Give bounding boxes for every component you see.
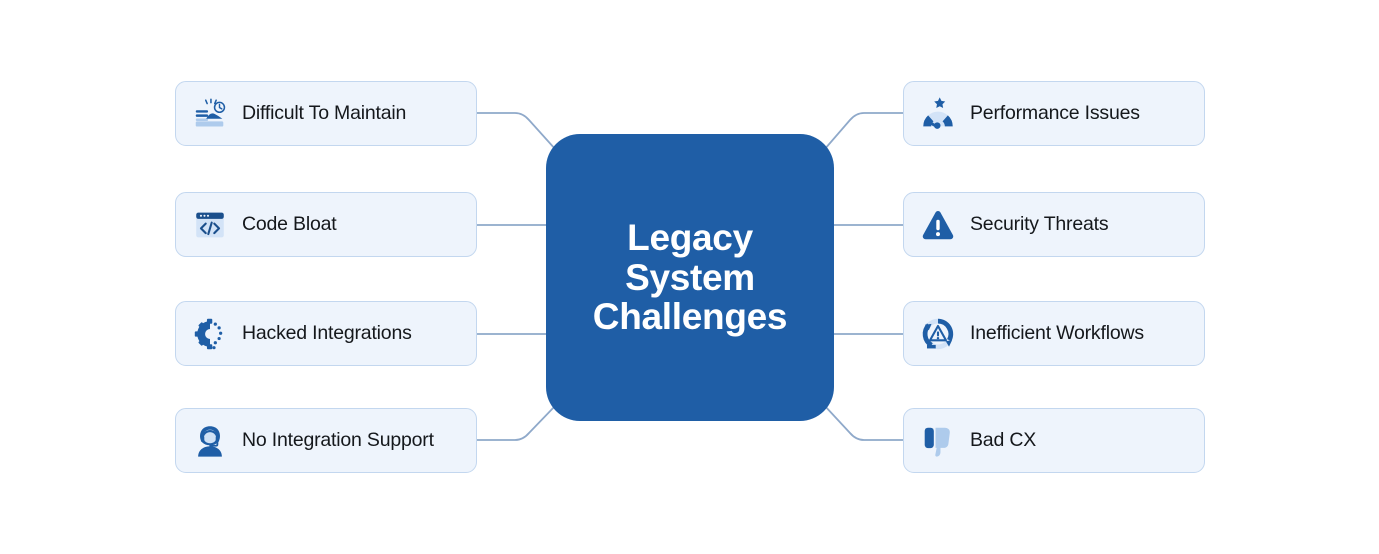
connector-left-4 bbox=[475, 404, 557, 441]
support-agent-icon bbox=[190, 421, 230, 461]
branch-card-performance-issues[interactable]: Performance Issues bbox=[903, 81, 1205, 146]
branch-label: No Integration Support bbox=[242, 429, 434, 451]
warning-triangle-icon bbox=[918, 205, 958, 245]
code-window-icon bbox=[190, 205, 230, 245]
speedometer-star-icon bbox=[918, 94, 958, 134]
branch-card-hacked-integrations[interactable]: Hacked Integrations bbox=[175, 301, 477, 366]
branch-label: Code Bloat bbox=[242, 213, 337, 235]
connector-right-1 bbox=[823, 112, 904, 151]
branch-card-security-threats[interactable]: Security Threats bbox=[903, 192, 1205, 257]
maintenance-clock-icon bbox=[190, 94, 230, 134]
mind-map-canvas: Legacy System Challenges Difficult To Ma… bbox=[0, 0, 1379, 554]
connector-right-4 bbox=[823, 404, 904, 441]
recycle-warning-icon bbox=[918, 314, 958, 354]
branch-label: Inefficient Workflows bbox=[970, 322, 1144, 344]
branch-card-no-integration-support[interactable]: No Integration Support bbox=[175, 408, 477, 473]
branch-label: Bad CX bbox=[970, 429, 1037, 451]
hub-title: Legacy System Challenges bbox=[592, 216, 788, 338]
branch-label: Hacked Integrations bbox=[242, 322, 412, 344]
thumbs-down-icon bbox=[918, 421, 958, 461]
connector-left-1 bbox=[475, 112, 557, 151]
branch-card-bad-cx[interactable]: Bad CX bbox=[903, 408, 1205, 473]
branch-label: Security Threats bbox=[970, 213, 1109, 235]
branch-card-inefficient-workflows[interactable]: Inefficient Workflows bbox=[903, 301, 1205, 366]
hub-node: Legacy System Challenges bbox=[546, 134, 834, 421]
branch-card-difficult-to-maintain[interactable]: Difficult To Maintain bbox=[175, 81, 477, 146]
branch-card-code-bloat[interactable]: Code Bloat bbox=[175, 192, 477, 257]
branch-label: Performance Issues bbox=[970, 102, 1140, 124]
branch-label: Difficult To Maintain bbox=[242, 102, 407, 124]
broken-gear-icon bbox=[190, 314, 230, 354]
